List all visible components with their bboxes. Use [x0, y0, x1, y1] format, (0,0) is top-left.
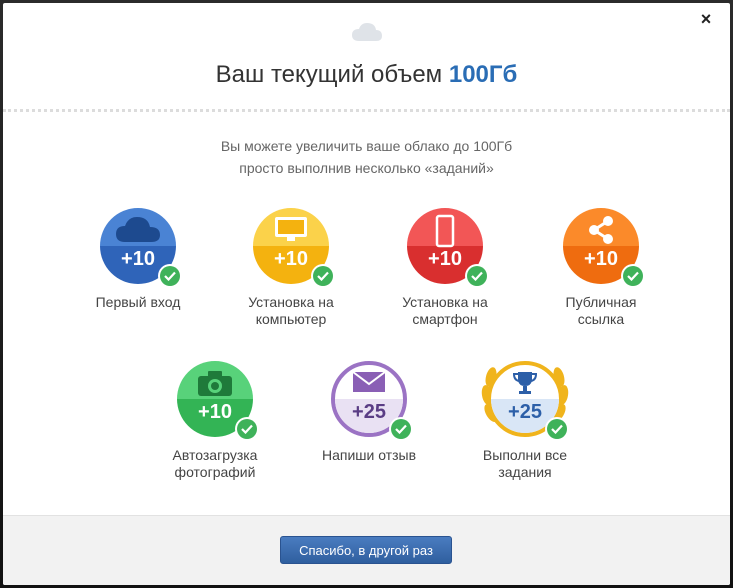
task-complete-all[interactable]: +25 Выполни все задания: [445, 361, 605, 481]
task-label-line: фотографий: [174, 464, 256, 480]
task-label-line: Публичная: [565, 294, 637, 310]
subtitle-line-2: просто выполнив несколько «заданий»: [239, 160, 494, 176]
task-badge: +10: [253, 208, 335, 288]
check-icon: [389, 417, 413, 441]
upgrade-dialog: × Ваш текущий объем 100Гб Вы можете увел…: [3, 3, 730, 585]
envelope-icon: [352, 371, 386, 392]
header-divider: [3, 109, 730, 112]
check-icon: [235, 417, 259, 441]
check-icon: [545, 417, 569, 441]
task-label-line: Установка на: [402, 294, 488, 310]
task-label: Напиши отзыв: [289, 447, 449, 464]
task-label-line: ссылка: [577, 311, 625, 327]
title-prefix: Ваш текущий объем: [215, 61, 443, 88]
task-label: Установка на компьютер: [211, 294, 371, 328]
subtitle: Вы можете увеличить ваше облако до 100Гб…: [3, 135, 730, 179]
task-install-computer[interactable]: +10 Установка на компьютер: [211, 208, 371, 328]
camera-icon: [198, 371, 232, 396]
task-label-line: компьютер: [255, 311, 327, 327]
task-label-line: Автозагрузка: [172, 447, 258, 463]
task-label: Автозагрузка фотографий: [135, 447, 295, 481]
smartphone-icon: [435, 214, 455, 248]
task-badge: +10: [177, 361, 259, 441]
task-label-line: Напиши отзыв: [321, 447, 417, 463]
title-storage-value: 100Гб: [448, 61, 518, 88]
page-title: Ваш текущий объем 100Гб: [3, 61, 730, 89]
task-label: Первый вход: [58, 294, 218, 311]
trophy-icon: [512, 372, 538, 394]
share-icon: [589, 216, 613, 244]
monitor-icon: [275, 217, 307, 241]
task-label-line: Первый вход: [95, 294, 181, 310]
task-badge: +25: [481, 361, 569, 441]
close-button[interactable]: ×: [696, 9, 716, 29]
check-icon: [158, 264, 182, 288]
task-label-line: задания: [498, 464, 552, 480]
subtitle-line-1: Вы можете увеличить ваше облако до 100Гб: [220, 138, 513, 154]
check-icon: [621, 264, 645, 288]
task-first-login[interactable]: +10 Первый вход: [58, 208, 218, 311]
task-label: Установка на смартфон: [365, 294, 525, 328]
task-label-line: смартфон: [412, 311, 478, 327]
task-write-review[interactable]: +25 Напиши отзыв: [289, 361, 449, 464]
dismiss-button[interactable]: Спасибо, в другой раз: [280, 536, 452, 564]
task-badge: +10: [100, 208, 182, 288]
task-label: Публичная ссылка: [521, 294, 681, 328]
task-badge: +25: [331, 361, 413, 441]
task-install-smartphone[interactable]: +10 Установка на смартфон: [365, 208, 525, 328]
task-label-line: Установка на: [248, 294, 334, 310]
check-icon: [465, 264, 489, 288]
task-badge: +10: [407, 208, 489, 288]
dialog-footer: Спасибо, в другой раз: [3, 515, 730, 585]
cloud-icon: [116, 217, 160, 242]
task-label-line: Выполни все: [482, 447, 568, 463]
task-badge: +10: [563, 208, 645, 288]
check-icon: [311, 264, 335, 288]
task-public-link[interactable]: +10 Публичная ссылка: [521, 208, 681, 328]
task-label: Выполни все задания: [445, 447, 605, 481]
cloud-icon: [352, 23, 382, 41]
task-photo-autoupload[interactable]: +10 Автозагрузка фотографий: [135, 361, 295, 481]
